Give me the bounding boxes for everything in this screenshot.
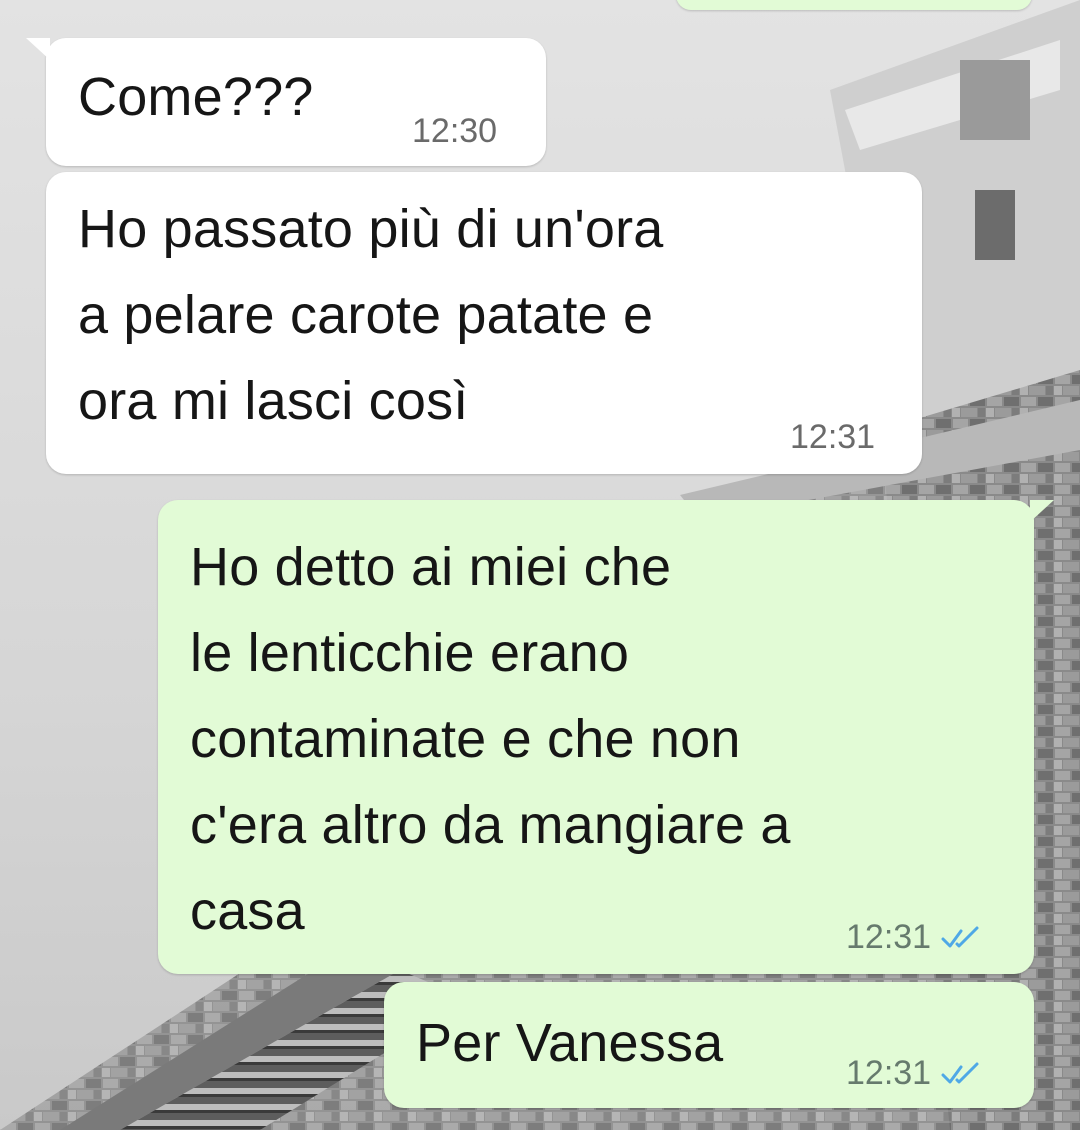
bubble-tail	[1030, 500, 1054, 522]
previous-message-fragment	[676, 0, 1032, 10]
message-text: Come???	[78, 67, 314, 127]
message-meta: 12:31	[846, 918, 981, 957]
message-time: 12:31	[846, 1054, 932, 1092]
message-time: 12:31	[846, 918, 932, 956]
message-meta: 12:31	[790, 418, 875, 457]
message-meta: 12:31	[846, 1054, 981, 1093]
outgoing-message[interactable]: Per Vanessa 12:31	[384, 982, 1034, 1108]
bubble-tail	[26, 38, 50, 60]
message-time: 12:30	[412, 112, 498, 150]
message-text: Per Vanessa	[416, 1013, 724, 1073]
message-text: Ho passato più di un'ora a pelare carote…	[78, 199, 664, 431]
incoming-message[interactable]: Come??? 12:30	[26, 38, 546, 166]
incoming-message[interactable]: Ho passato più di un'ora a pelare carote…	[46, 172, 922, 474]
message-meta: 12:30	[412, 112, 497, 151]
double-check-icon	[941, 926, 979, 947]
message-text: Ho detto ai miei che le lenticchie erano…	[190, 537, 791, 941]
double-check-icon	[941, 1062, 979, 1083]
message-time: 12:31	[790, 418, 876, 456]
outgoing-message[interactable]: Ho detto ai miei che le lenticchie erano…	[158, 500, 1054, 974]
